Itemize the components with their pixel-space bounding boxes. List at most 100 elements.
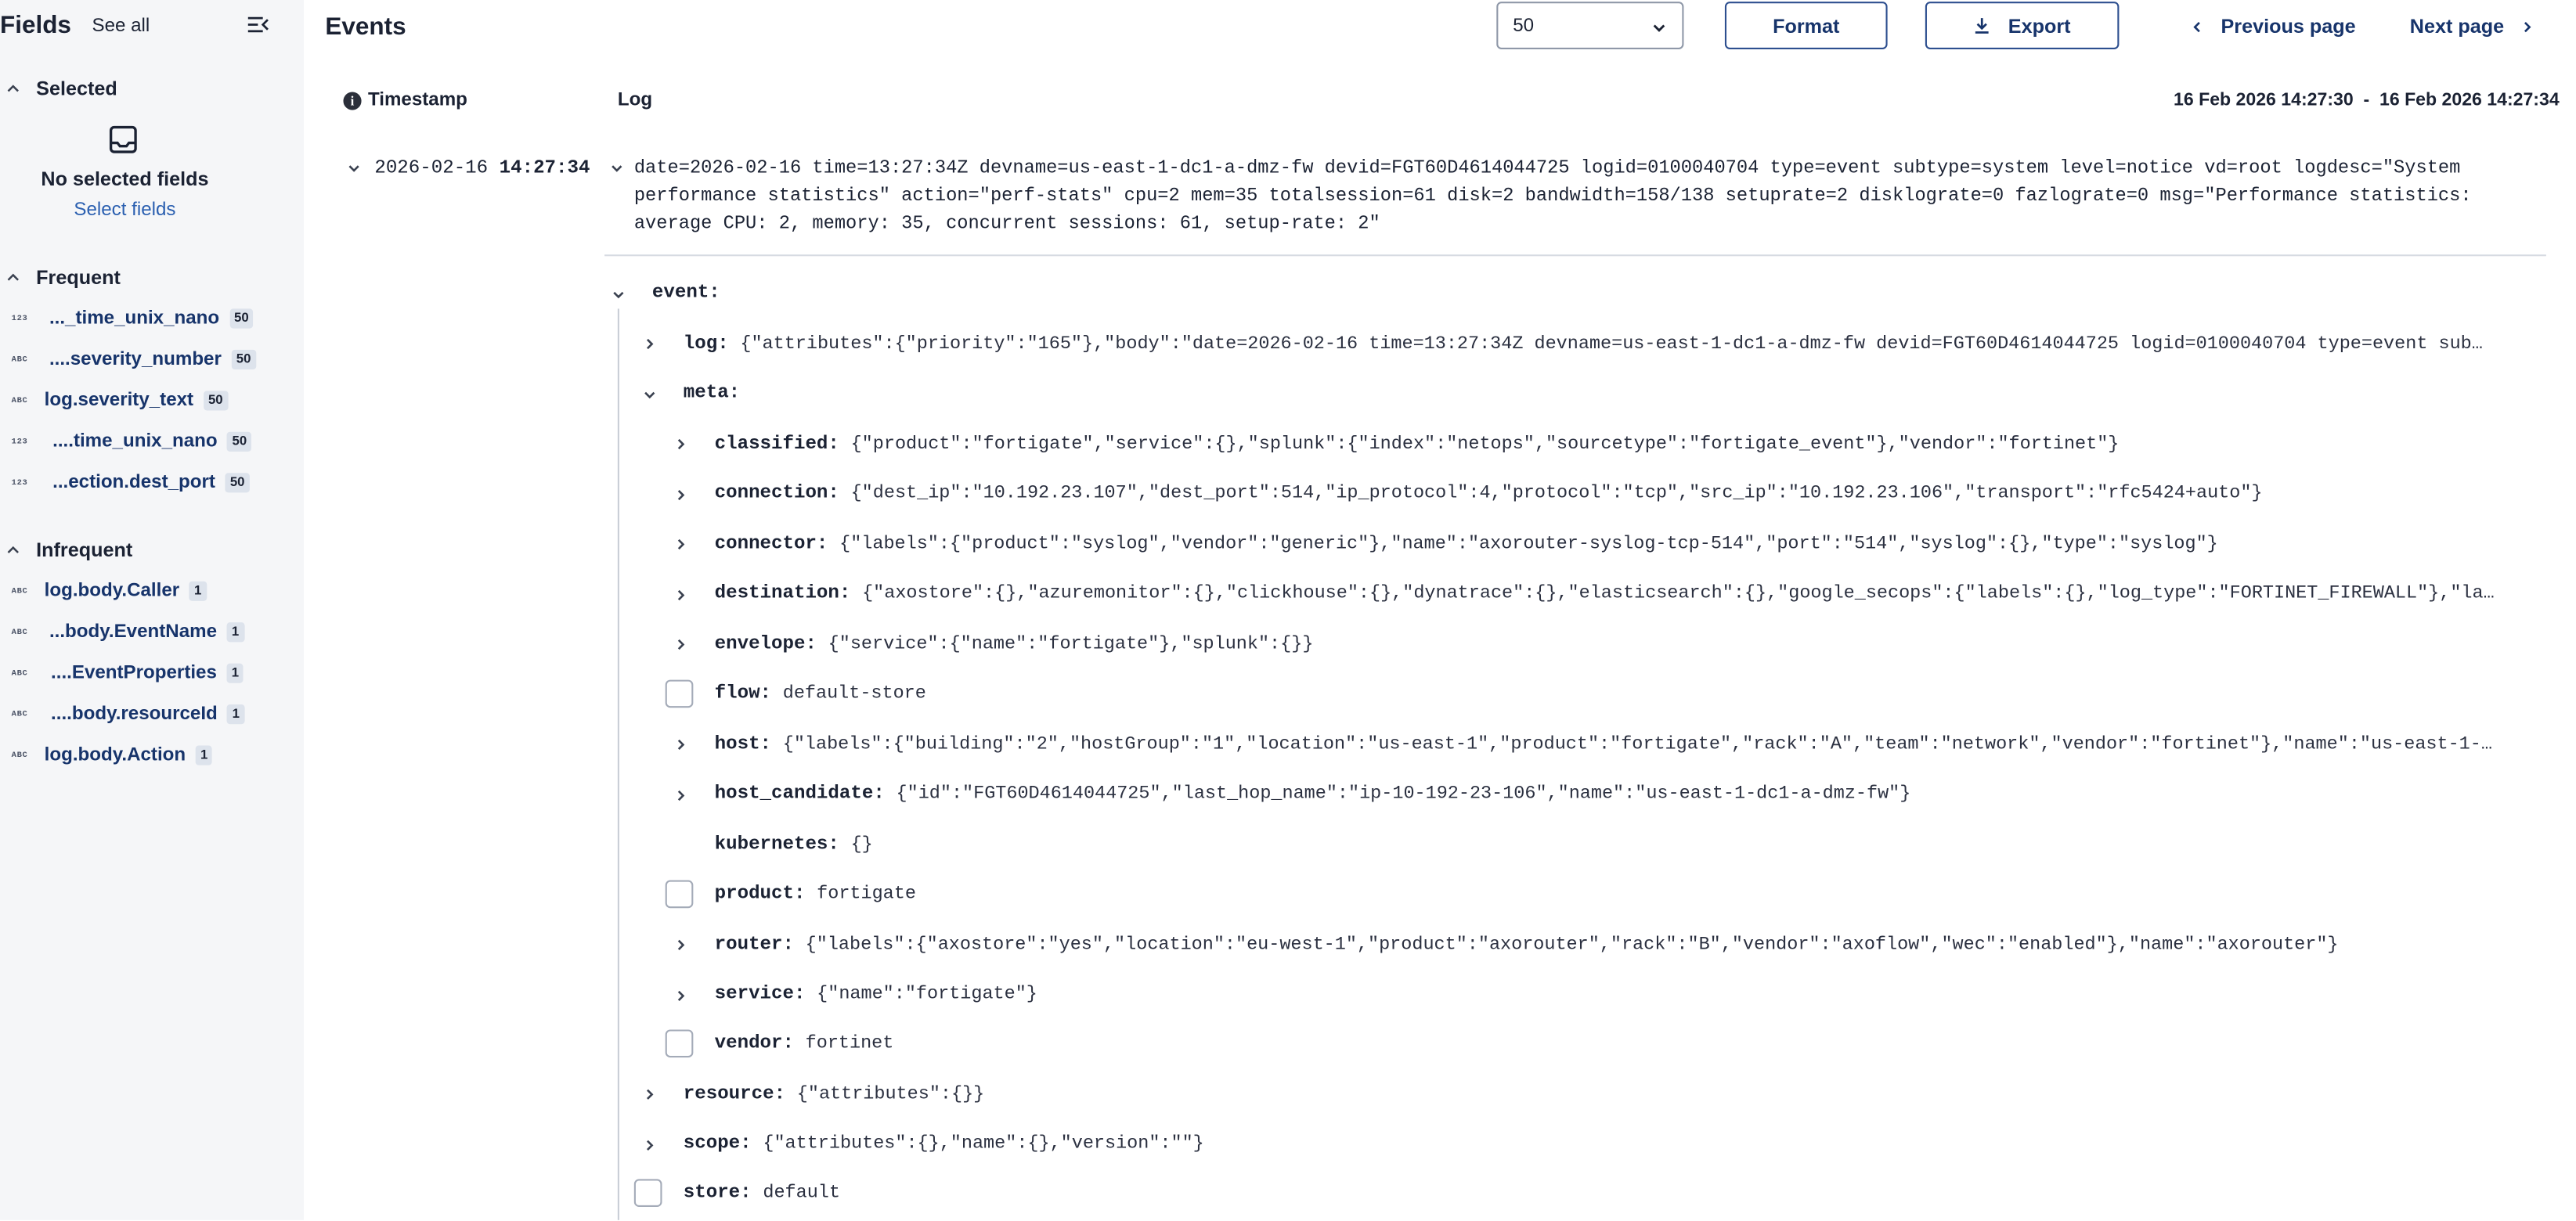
field-count-badge: 1 xyxy=(226,663,244,683)
tree-value: {"labels":{"axostore":"yes","location":"… xyxy=(805,935,2339,956)
tree-value: {"labels":{"building":"2","hostGroup":"1… xyxy=(782,735,2492,756)
selected-title: Selected xyxy=(36,77,117,100)
field-name-wrap: log.severity_text 50 xyxy=(45,391,228,411)
tree-value: {"labels":{"product":"syslog","vendor":"… xyxy=(839,535,2218,556)
tree-guide-line xyxy=(617,308,619,1220)
field-checkbox[interactable] xyxy=(665,679,694,708)
chevron-right-icon[interactable] xyxy=(673,737,688,752)
tree-key: classified: xyxy=(714,433,839,456)
tree-key: connector: xyxy=(714,533,828,556)
string-type-icon: ABC xyxy=(11,395,28,406)
field-item[interactable]: ABC log.severity_text 50 xyxy=(0,384,304,425)
field-item[interactable]: ABC log.body.Caller 1 xyxy=(0,574,304,615)
tree-value: fortigate xyxy=(817,884,916,905)
format-button[interactable]: Format xyxy=(1724,2,1888,49)
chevron-right-icon[interactable] xyxy=(673,989,688,1003)
selected-section-header[interactable]: Selected xyxy=(0,76,304,106)
chevron-down-icon[interactable] xyxy=(611,287,626,302)
tree-value: default-store xyxy=(782,684,926,705)
select-fields-link[interactable]: Select fields xyxy=(0,200,250,220)
tree-node-scope: scope: {"attributes":{},"name":{},"versio… xyxy=(684,1133,1204,1154)
sidebar-header: Fields See all xyxy=(0,10,304,46)
field-count-badge: 1 xyxy=(189,581,207,601)
field-name-wrap: log.body.Action 1 xyxy=(45,745,213,765)
field-count-badge: 50 xyxy=(231,349,256,370)
chevron-right-icon[interactable] xyxy=(673,537,688,552)
field-item[interactable]: ABC ...body.EventName 1 xyxy=(0,616,304,657)
field-item[interactable]: ABC ....EventProperties 1 xyxy=(0,657,304,697)
field-name: ....body.resourceId xyxy=(51,704,218,725)
tree-value: fortinet xyxy=(805,1034,894,1054)
tree-node-destination: destination: {"axostore":{},"azuremonitor… xyxy=(715,583,2530,604)
chevron-right-icon[interactable] xyxy=(642,1087,657,1102)
chevron-right-icon[interactable] xyxy=(673,437,688,452)
selected-section: Selected xyxy=(0,76,304,106)
chevron-right-icon[interactable] xyxy=(673,788,688,803)
tree-key: product: xyxy=(714,883,806,905)
export-label: Export xyxy=(2008,13,2071,38)
chevron-down-icon[interactable] xyxy=(642,387,657,402)
collapse-sidebar-icon[interactable] xyxy=(247,13,269,36)
field-checkbox[interactable] xyxy=(665,1029,694,1058)
infrequent-section-header[interactable]: Infrequent xyxy=(0,537,304,567)
tree-node-flow: flow: default-store xyxy=(715,683,926,704)
number-type-icon: 123 xyxy=(11,313,28,324)
field-name: log.body.Caller xyxy=(44,581,180,601)
field-item[interactable]: ABC log.body.Action 1 xyxy=(0,739,304,780)
field-name-wrap: ...body.EventName 1 xyxy=(49,622,244,643)
event-timestamp: 2026-02-16 14:27:34 xyxy=(374,157,590,178)
field-count-badge: 1 xyxy=(195,745,213,765)
field-item[interactable]: 123 ...ection.dest_port 50 xyxy=(0,466,304,507)
tree-value: default xyxy=(763,1183,840,1204)
field-checkbox[interactable] xyxy=(633,1179,662,1208)
inbox-icon xyxy=(109,125,137,153)
see-all-link[interactable]: See all xyxy=(92,16,150,36)
string-type-icon: ABC xyxy=(11,585,28,596)
timestamp-column-label: Timestamp xyxy=(367,90,467,110)
field-name-wrap: log.body.Caller 1 xyxy=(44,581,207,601)
previous-page-button[interactable]: Previous page xyxy=(2190,15,2356,38)
string-type-icon: ABC xyxy=(11,355,28,365)
chevron-right-icon[interactable] xyxy=(673,588,688,603)
export-button[interactable]: Export xyxy=(1925,2,2120,49)
download-icon xyxy=(1975,18,1990,34)
field-name-wrap: ....body.resourceId 1 xyxy=(51,704,245,725)
tree-value: {"service":{"name":"fortigate"},"splunk"… xyxy=(828,635,1314,656)
tree-node-classified: classified: {"product":"fortigate","servi… xyxy=(715,434,2120,455)
tree-node-kubernetes: kubernetes: {} xyxy=(715,834,873,855)
tree-key: host: xyxy=(714,733,772,756)
page-title: Events xyxy=(325,13,406,41)
tree-key: flow: xyxy=(714,683,772,705)
string-type-icon: ABC xyxy=(11,668,28,679)
string-type-icon: ABC xyxy=(11,709,28,719)
field-item[interactable]: ABC ....severity_number 50 xyxy=(0,343,304,384)
tree-key: log: xyxy=(683,333,729,355)
page-size-select[interactable]: 50 xyxy=(1496,2,1684,49)
chevron-right-icon xyxy=(2524,20,2532,32)
frequent-section-header[interactable]: Frequent xyxy=(0,265,304,294)
chevron-right-icon[interactable] xyxy=(642,337,657,351)
tree-key: store: xyxy=(683,1182,752,1204)
chevron-right-icon[interactable] xyxy=(642,1138,657,1153)
time-range: 16 Feb 2026 14:27:30 - 16 Feb 2026 14:27… xyxy=(2174,90,2560,110)
chevron-right-icon[interactable] xyxy=(673,938,688,953)
next-page-button[interactable]: Next page xyxy=(2410,15,2535,38)
tree-key: host_candidate: xyxy=(714,783,885,805)
infrequent-section: Infrequent ABC log.body.Caller 1 ABC ...bod… xyxy=(0,537,304,780)
field-name: ..._time_unix_nano xyxy=(49,308,220,329)
field-item[interactable]: 123 ....time_unix_nano 50 xyxy=(0,425,304,466)
chevron-up-icon xyxy=(7,85,19,92)
chevron-down-icon[interactable] xyxy=(347,161,362,176)
tree-key: router: xyxy=(714,934,794,956)
field-item[interactable]: 123 ..._time_unix_nano 50 xyxy=(0,302,304,343)
no-selected-fields-text: No selected fields xyxy=(41,167,209,191)
field-item[interactable]: ABC ....body.resourceId 1 xyxy=(0,698,304,739)
chevron-right-icon[interactable] xyxy=(673,637,688,652)
tree-key: envelope: xyxy=(714,633,817,656)
field-checkbox[interactable] xyxy=(665,880,694,909)
chevron-right-icon[interactable] xyxy=(673,488,688,502)
chevron-down-icon[interactable] xyxy=(609,161,624,176)
field-count-badge: 50 xyxy=(225,473,250,493)
info-icon[interactable]: i xyxy=(343,91,362,110)
timestamp-column-header[interactable]: i Timestamp xyxy=(343,90,467,110)
